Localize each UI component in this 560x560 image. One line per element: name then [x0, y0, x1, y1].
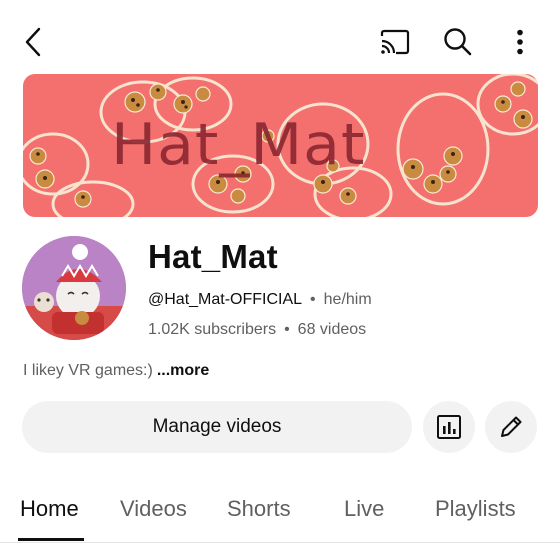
- tab-videos[interactable]: Videos: [120, 496, 187, 522]
- tab-home[interactable]: Home: [20, 496, 79, 522]
- channel-handle: @Hat_Mat-OFFICIAL: [148, 291, 303, 308]
- manage-videos-button[interactable]: Manage videos: [22, 401, 412, 453]
- search-icon: [444, 28, 472, 56]
- banner-title: Hat_Mat: [111, 111, 366, 179]
- tab-playlists[interactable]: Playlists: [435, 496, 516, 522]
- cast-icon: [380, 29, 410, 55]
- separator-dot: •: [284, 321, 290, 338]
- edit-channel-button[interactable]: [485, 401, 537, 453]
- tab-shorts[interactable]: Shorts: [227, 496, 291, 522]
- active-tab-indicator: [18, 538, 84, 541]
- more-vertical-icon: [517, 29, 523, 55]
- channel-name: Hat_Mat: [148, 238, 278, 275]
- back-button[interactable]: [14, 22, 54, 62]
- channel-tabs: Home Videos Shorts Live Playlists: [0, 480, 560, 544]
- channel-pronouns: he/him: [323, 291, 372, 308]
- more-options-button[interactable]: [500, 22, 540, 62]
- analytics-button[interactable]: [423, 401, 475, 453]
- tabs-divider: [0, 542, 560, 543]
- video-count: 68 videos: [297, 321, 367, 338]
- channel-banner: Hat_Mat: [23, 74, 538, 217]
- channel-description[interactable]: I likey VR games:) ...more: [23, 362, 209, 380]
- description-text: I likey VR games:): [23, 362, 153, 379]
- back-arrow-icon: [25, 27, 41, 57]
- bar-chart-icon: [437, 415, 461, 439]
- cast-button[interactable]: [375, 22, 415, 62]
- search-button[interactable]: [438, 22, 478, 62]
- channel-handle-row: @Hat_Mat-OFFICIAL • he/him: [148, 291, 372, 309]
- subscriber-count: 1.02K subscribers: [148, 321, 277, 338]
- channel-avatar[interactable]: [22, 236, 126, 340]
- avatar-illustration: [22, 236, 126, 340]
- separator-dot: •: [310, 291, 316, 308]
- channel-stats-row: 1.02K subscribers • 68 videos: [148, 321, 366, 339]
- tab-live[interactable]: Live: [344, 496, 384, 522]
- pencil-icon: [501, 416, 522, 437]
- more-link[interactable]: ...more: [157, 362, 209, 379]
